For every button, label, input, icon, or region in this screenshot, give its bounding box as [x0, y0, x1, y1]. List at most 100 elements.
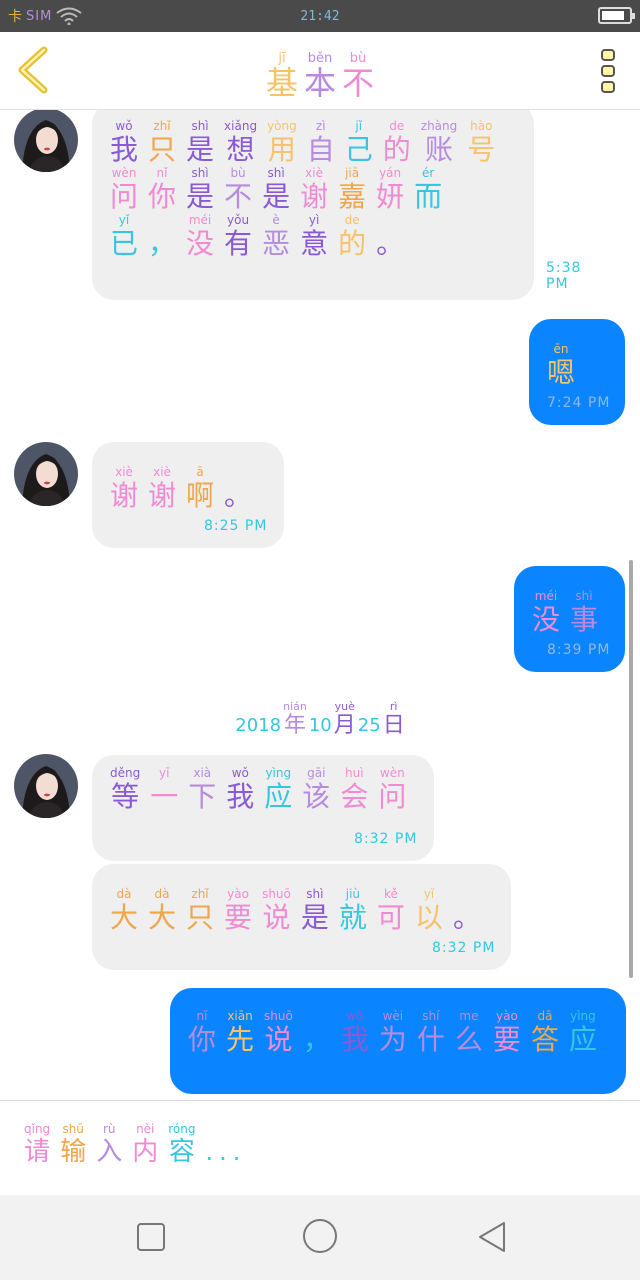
pinyin: méi	[534, 589, 558, 603]
navigation-bar	[0, 1195, 640, 1280]
ruby-char: jiù 就	[339, 888, 367, 935]
hanzi: 问	[378, 780, 407, 813]
ruby-char: de 的	[338, 214, 366, 261]
ruby-char: xiè 谢	[148, 466, 176, 513]
incoming-message-bubble[interactable]: wǒ 我 zhǐ 只 shì 是 xiǎng 想 yòng 用 zì 自 jǐ 己 de 的 zhàng 账 hào…	[92, 110, 580, 300]
more-options-button[interactable]	[598, 48, 620, 94]
pinyin: wǒ	[231, 766, 249, 780]
hanzi: 要	[492, 1023, 521, 1056]
ruby-char: kě 可	[377, 888, 405, 935]
pinyin: dà	[116, 887, 132, 901]
ruby-char: shuō 说	[264, 1010, 293, 1057]
ruby-char: wèn 问	[378, 767, 406, 814]
ruby-char: yìng 应	[569, 1010, 597, 1057]
message-text: ēn 嗯	[547, 343, 575, 390]
hanzi: 恶	[262, 227, 291, 260]
ruby-char: yào 要	[224, 888, 252, 935]
pinyin: huì	[345, 766, 364, 780]
ruby-char: shì 事	[570, 590, 598, 637]
pinyin: me	[459, 1009, 479, 1023]
message-text: xiè 谢 xiè 谢 ā 啊。	[110, 466, 252, 513]
hanzi: 为	[378, 1023, 407, 1056]
ruby-char: bù 不	[224, 167, 252, 214]
hanzi: 大	[148, 901, 177, 934]
ruby-char: 。	[224, 466, 252, 513]
hanzi: 已	[110, 227, 139, 260]
message-timestamp: 8:25 PM	[204, 518, 268, 534]
chat-area[interactable]: wǒ 我 zhǐ 只 shì 是 xiǎng 想 yòng 用 zì 自 jǐ 己 de 的 zhàng 账 hào…	[0, 110, 640, 1100]
placeholder-ellipsis: ...	[205, 1138, 247, 1166]
hanzi: 容	[168, 1137, 195, 1167]
pinyin: yòng	[267, 119, 297, 133]
pinyin: nǐ	[196, 1009, 208, 1023]
hanzi: 基	[265, 64, 298, 102]
hanzi: 妍	[376, 180, 405, 213]
avatar-image	[14, 754, 78, 818]
hanzi: 说	[264, 1023, 293, 1056]
pinyin: yào	[496, 1009, 518, 1023]
hanzi: 先	[226, 1023, 255, 1056]
contact-avatar[interactable]	[14, 442, 78, 506]
home-button[interactable]	[300, 1216, 340, 1256]
pinyin: rì	[389, 700, 398, 713]
ruby-char: wèn 问	[110, 167, 138, 214]
incoming-message-bubble[interactable]: dà 大 dà 大 zhǐ 只 yào 要 shuō 说 shì 是 jiù 就 kě 可 yǐ 以。 8:32 P…	[92, 864, 511, 970]
outgoing-message-bubble[interactable]: ēn 嗯 7:24 PM	[529, 319, 625, 425]
hanzi: 内	[132, 1137, 159, 1167]
hanzi: 答	[530, 1023, 559, 1056]
ruby-char: yǐ 以	[415, 888, 443, 935]
hanzi: 想	[226, 133, 255, 166]
ruby-char: jiā 嘉	[338, 167, 366, 214]
scrollbar[interactable]	[629, 560, 633, 978]
pinyin: xiǎng	[224, 119, 258, 133]
pinyin: yào	[227, 887, 249, 901]
hanzi: 号	[467, 133, 496, 166]
recent-apps-button[interactable]	[133, 1219, 169, 1255]
ruby-char: wǒ 我	[110, 120, 138, 167]
pinyin: wèn	[379, 766, 405, 780]
back-nav-button[interactable]	[474, 1219, 510, 1255]
ruby-char: 。	[376, 214, 404, 261]
pinyin: děng	[110, 766, 141, 780]
ruby-char: wǒ 我	[341, 1010, 369, 1057]
hanzi: 说	[262, 901, 291, 934]
ruby-char: shū 输	[60, 1123, 86, 1168]
ruby-char: yìng 应	[264, 767, 292, 814]
pinyin: shì	[267, 166, 285, 180]
pinyin: zì	[315, 119, 326, 133]
incoming-message-bubble[interactable]: xiè 谢 xiè 谢 ā 啊。 8:25 PM	[92, 442, 284, 548]
hanzi: 等	[111, 780, 140, 813]
hanzi: 只	[148, 133, 177, 166]
message-line: wǒ 我 zhǐ 只 shì 是 xiǎng 想 yòng 用 zì 自 jǐ 己 de 的 zhàng 账 hào…	[110, 120, 495, 167]
outgoing-message-bubble[interactable]: nǐ 你 xiān 先 shuō 说， wǒ 我 wèi 为 shí 什 me 么 yào 要 dā 答 yìng 应…	[170, 988, 626, 1094]
date-year: 2018	[235, 715, 282, 736]
hanzi: 就	[338, 901, 367, 934]
hanzi: 是	[186, 180, 215, 213]
contact-avatar[interactable]	[14, 110, 78, 172]
outgoing-message-bubble[interactable]: méi 没 shì 事 8:39 PM	[514, 566, 625, 672]
incoming-message-bubble[interactable]: děng 等 yī 一 xià 下 wǒ 我 yìng 应 gāi 该 huì 会 wèn 问 8:32 PM	[92, 755, 434, 861]
pinyin: de	[389, 119, 405, 133]
message-text: nǐ 你 xiān 先 shuō 说， wǒ 我 wèi 为 shí 什 me 么 yào 要 dā 答 yìng 应	[188, 1010, 597, 1057]
message-input[interactable]: qǐng 请 shū 输 rù 入 nèi 内 róng 容...	[24, 1123, 246, 1168]
hanzi: 该	[302, 780, 331, 813]
hanzi: 谢	[148, 479, 177, 512]
pinyin: kě	[383, 887, 398, 901]
message-timestamp: 8:39 PM	[547, 642, 611, 658]
message-line: dà 大 dà 大 zhǐ 只 yào 要 shuō 说 shì 是 jiù 就 kě 可 yǐ 以。	[110, 888, 481, 935]
status-bar: 卡 SIM 21:42	[0, 0, 640, 32]
hanzi: 要	[224, 901, 253, 934]
contact-avatar[interactable]	[14, 754, 78, 818]
message-line: xiè 谢 xiè 谢 ā 啊。	[110, 466, 252, 513]
hanzi: 什	[416, 1023, 445, 1056]
ruby-char: méi 没	[532, 590, 560, 637]
pinyin: ēn	[553, 342, 569, 356]
hanzi: 。	[452, 901, 481, 934]
ruby-char: bù 不	[342, 52, 374, 101]
ruby-char: jī 基	[266, 52, 298, 101]
hanzi: 大	[110, 901, 139, 934]
pinyin: wǒ	[346, 1009, 364, 1023]
hanzi: 输	[60, 1137, 87, 1167]
pinyin: zhàng	[420, 119, 458, 133]
ruby-char: ér 而	[414, 167, 442, 214]
